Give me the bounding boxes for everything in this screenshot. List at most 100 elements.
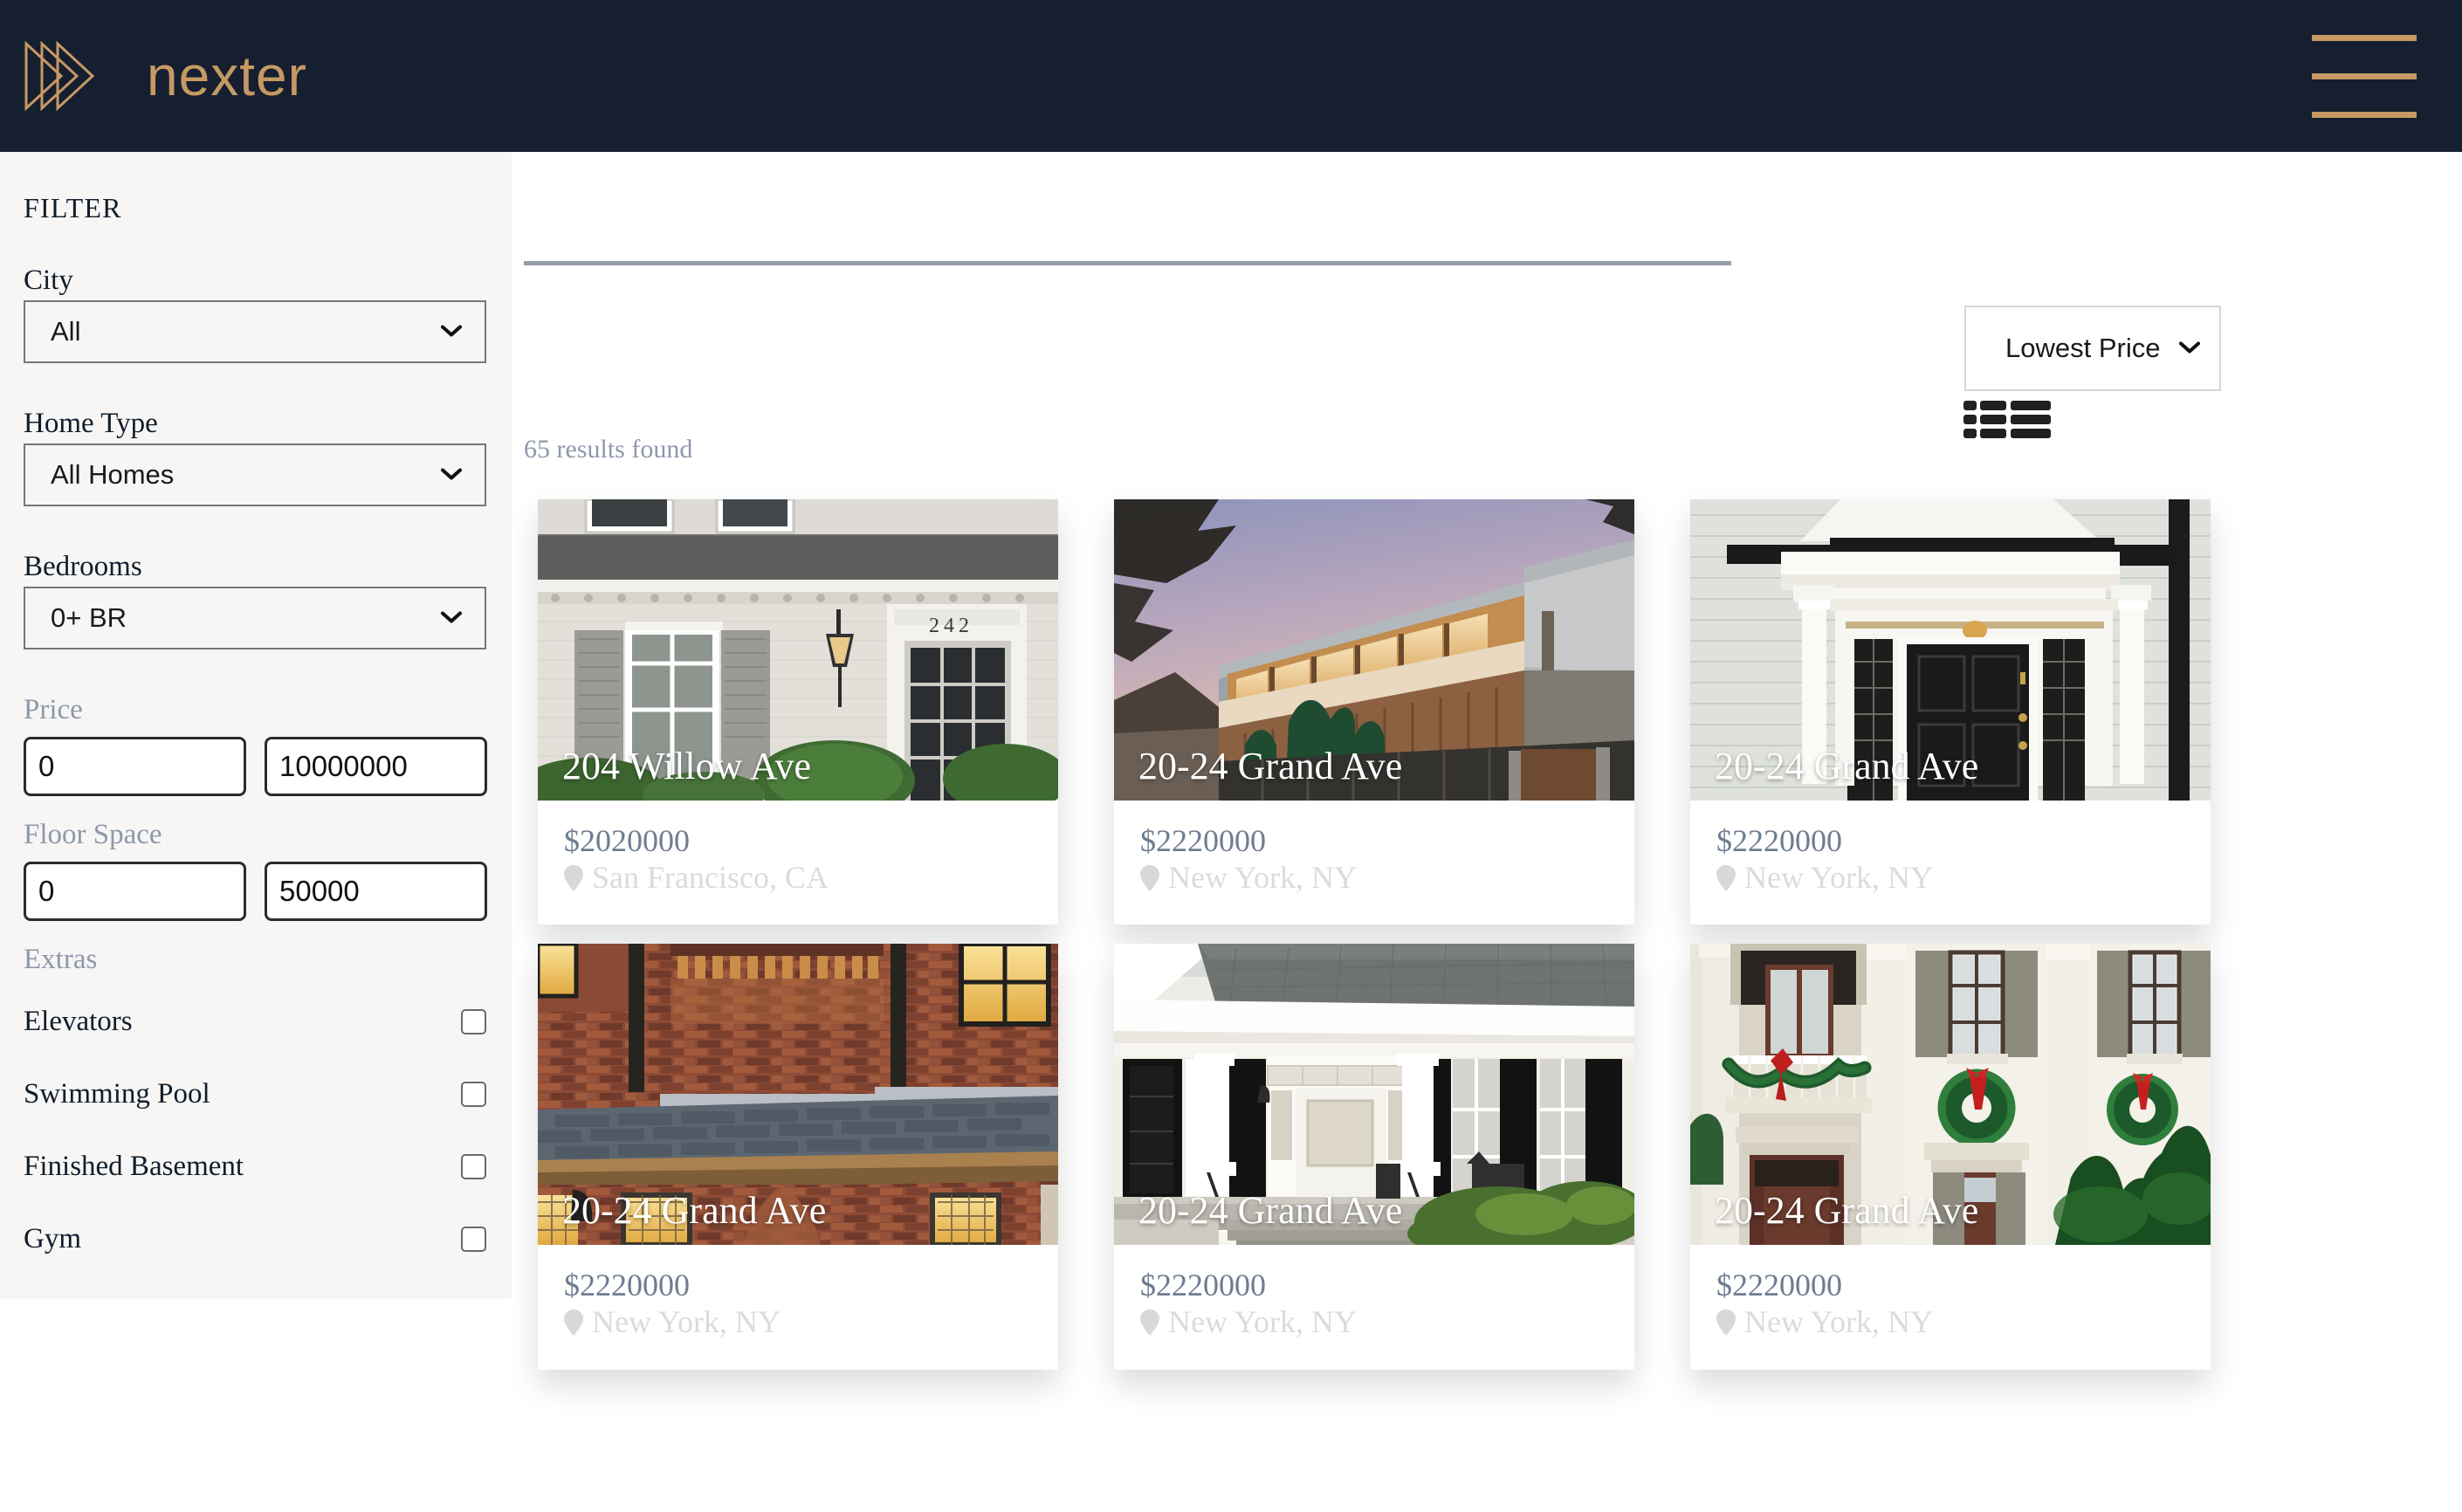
- gym-checkbox[interactable]: [461, 1227, 486, 1252]
- listing-info: $2220000 New York, NY: [1690, 801, 2211, 924]
- map-pin-icon: [1716, 864, 1736, 891]
- swimming-pool-checkbox[interactable]: [461, 1082, 486, 1107]
- city-select-value: All: [51, 316, 81, 347]
- listing-photo: 20-24 Grand Ave: [538, 944, 1058, 1246]
- listing-photo: 20-24 Grand Ave: [1114, 944, 1634, 1246]
- listing-photo: 20-24 Grand Ave: [1690, 944, 2211, 1246]
- extras-label: Extras: [24, 944, 98, 975]
- floor-space-range-row: [24, 862, 488, 921]
- home-type-select[interactable]: All Homes: [24, 443, 486, 506]
- extra-label: Gym: [24, 1223, 81, 1254]
- brand-name: nexter: [147, 45, 307, 107]
- listing-location-row: New York, NY: [1140, 1305, 1608, 1340]
- extra-label: Finished Basement: [24, 1151, 244, 1182]
- sort-select-value: Lowest Price: [2005, 333, 2161, 363]
- extra-gym[interactable]: Gym: [24, 1223, 486, 1255]
- listing-title: 20-24 Grand Ave: [1138, 745, 1403, 787]
- map-pin-icon: [1140, 864, 1159, 891]
- hamburger-line: [2312, 111, 2417, 118]
- filter-heading: FILTER: [24, 192, 122, 223]
- listing-location: New York, NY: [592, 1304, 781, 1340]
- price-label: Price: [24, 694, 83, 725]
- chevron-down-icon: [2179, 341, 2200, 354]
- map-pin-icon: [564, 1309, 583, 1336]
- finished-basement-checkbox[interactable]: [461, 1154, 486, 1179]
- listing-location-row: San Francisco, CA: [564, 859, 1032, 896]
- listing-location-row: New York, NY: [1716, 1305, 2184, 1340]
- header-divider: [524, 261, 1731, 265]
- listing-card[interactable]: 20-24 Grand Ave $2220000 New York, NY: [1690, 944, 2211, 1370]
- triple-chevron-play-icon: [21, 38, 127, 113]
- chevron-down-icon: [441, 611, 462, 623]
- sort-select[interactable]: Lowest Price: [1964, 306, 2221, 391]
- extra-finished-basement[interactable]: Finished Basement: [24, 1151, 486, 1183]
- listing-info: $2220000 New York, NY: [1690, 1245, 2211, 1369]
- map-pin-icon: [564, 864, 583, 891]
- listing-title: 20-24 Grand Ave: [1138, 1189, 1403, 1233]
- extra-swimming-pool[interactable]: Swimming Pool: [24, 1078, 486, 1110]
- map-pin-icon: [1716, 1309, 1736, 1336]
- listing-location: New York, NY: [1744, 859, 1934, 895]
- listing-photo: 20-24 Grand Ave: [1690, 499, 2211, 801]
- list-view-icon[interactable]: [1963, 398, 2007, 442]
- floor-space-max-input[interactable]: [265, 862, 487, 921]
- listing-title: 20-24 Grand Ave: [1715, 745, 1979, 787]
- listing-location: New York, NY: [1168, 1304, 1358, 1340]
- floor-space-label: Floor Space: [24, 819, 162, 850]
- listing-card[interactable]: 20-24 Grand Ave $2220000 New York, NY: [1114, 944, 1634, 1370]
- listing-card[interactable]: 20-24 Grand Ave $2220000 New York, NY: [1114, 499, 1634, 925]
- listing-price: $2220000: [1140, 1268, 1266, 1303]
- price-min-input[interactable]: [24, 737, 246, 796]
- listing-title: 204 Willow Ave: [562, 745, 812, 787]
- extra-label: Elevators: [24, 1006, 133, 1037]
- listing-location-row: New York, NY: [564, 1305, 1032, 1340]
- listing-location-row: New York, NY: [1716, 859, 2184, 896]
- svg-text:242: 242: [929, 615, 973, 637]
- listing-price: $2220000: [1716, 1268, 1842, 1303]
- extra-label: Swimming Pool: [24, 1078, 210, 1110]
- listing-info: $2020000 San Francisco, CA: [538, 801, 1058, 924]
- map-pin-icon: [1140, 1309, 1159, 1336]
- brand-logo[interactable]: nexter: [21, 38, 307, 113]
- results-main: 65 results found Lowest Price 242 204 Wi…: [512, 152, 2462, 1512]
- home-type-select-value: All Homes: [51, 459, 175, 490]
- price-max-input[interactable]: [265, 737, 487, 796]
- listing-card[interactable]: 20-24 Grand Ave $2220000 New York, NY: [538, 944, 1058, 1370]
- extra-elevators[interactable]: Elevators: [24, 1006, 486, 1038]
- hamburger-menu-icon[interactable]: [2312, 34, 2417, 118]
- bedrooms-label: Bedrooms: [24, 551, 142, 582]
- home-type-label: Home Type: [24, 408, 158, 439]
- filter-sidebar: FILTER City All Home Type All Homes Bedr…: [0, 152, 512, 1299]
- site-header: nexter: [0, 0, 2462, 152]
- listing-card[interactable]: 20-24 Grand Ave $2220000 New York, NY: [1690, 499, 2211, 925]
- listing-photo: 20-24 Grand Ave: [1114, 499, 1634, 801]
- listing-price: $2020000: [564, 823, 690, 858]
- bedrooms-select[interactable]: 0+ BR: [24, 587, 486, 649]
- hamburger-line: [2312, 72, 2417, 79]
- listing-location: New York, NY: [1744, 1304, 1934, 1340]
- grid-view-icon[interactable]: [2010, 398, 2052, 442]
- listing-location-row: New York, NY: [1140, 860, 1608, 896]
- listing-card[interactable]: 242 204 Willow Ave $2020000 San Francisc…: [538, 499, 1058, 925]
- listings-grid: 242 204 Willow Ave $2020000 San Francisc…: [538, 499, 2211, 1370]
- chevron-down-icon: [441, 325, 462, 337]
- city-label: City: [24, 265, 73, 296]
- listing-title: 20-24 Grand Ave: [1715, 1189, 1979, 1233]
- listing-photo: 242 204 Willow Ave: [538, 499, 1058, 801]
- price-range-row: [24, 737, 488, 796]
- chevron-down-icon: [441, 468, 462, 480]
- listing-location: San Francisco, CA: [592, 859, 829, 895]
- hamburger-line: [2312, 34, 2417, 41]
- floor-space-min-input[interactable]: [24, 862, 246, 921]
- elevators-checkbox[interactable]: [461, 1009, 486, 1034]
- listing-info: $2220000 New York, NY: [1114, 1245, 1634, 1369]
- listing-price: $2220000: [1716, 823, 1842, 858]
- listing-price: $2220000: [564, 1268, 690, 1303]
- view-toggle-group: [1963, 398, 2052, 442]
- listing-info: $2220000 New York, NY: [538, 1245, 1058, 1369]
- listing-price: $2220000: [1140, 823, 1266, 858]
- city-select[interactable]: All: [24, 300, 486, 363]
- listing-title: 20-24 Grand Ave: [562, 1189, 827, 1233]
- listing-info: $2220000 New York, NY: [1114, 801, 1634, 924]
- results-count: 65 results found: [524, 435, 693, 464]
